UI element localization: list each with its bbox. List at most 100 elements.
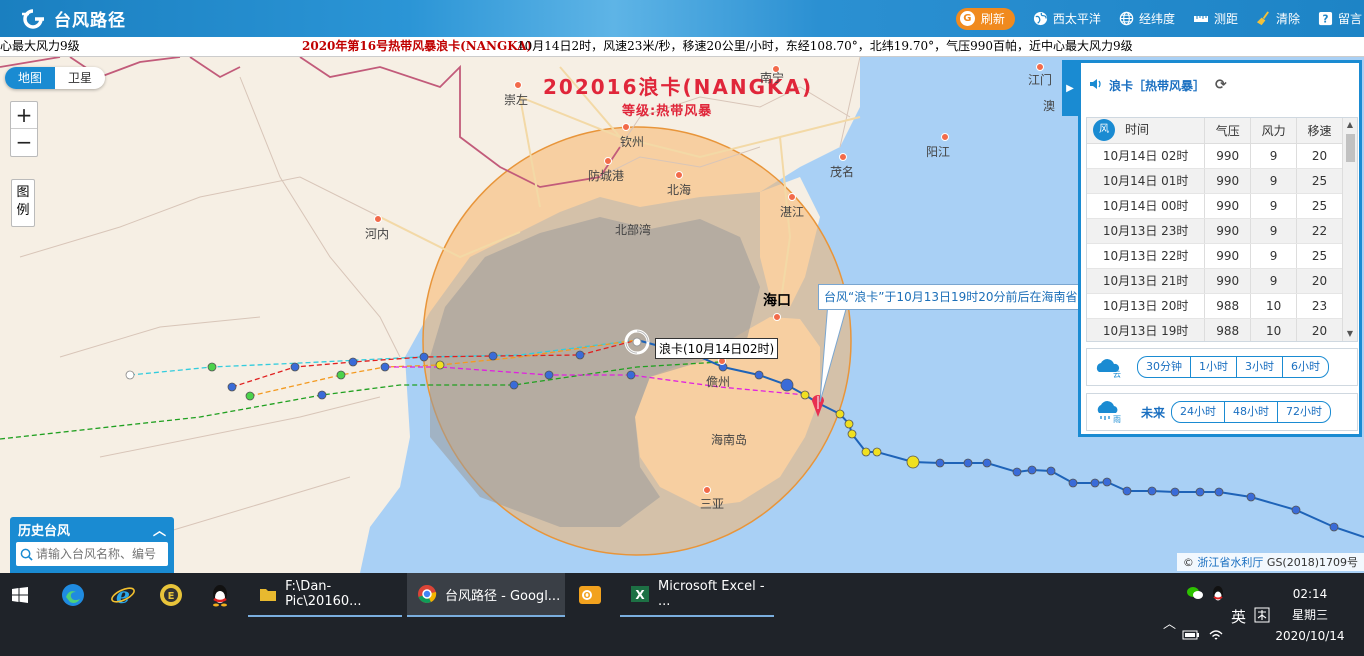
edge-button[interactable] [60,573,86,617]
track-point[interactable] [847,429,857,439]
table-row[interactable]: 10月13日 22时 990 9 25 [1087,243,1343,269]
track-point[interactable] [1122,486,1132,496]
clear-button[interactable]: 清除 [1256,10,1300,27]
table-cell: 10 [1250,293,1298,319]
cloud-option-1h[interactable]: 1小时 [1191,357,1237,377]
track-point[interactable] [800,390,810,400]
mail-button[interactable]: O [578,573,602,617]
track-point[interactable] [336,370,346,380]
latlon-button[interactable]: 经纬度 [1119,10,1175,27]
collapse-icon[interactable]: ︿ [153,520,166,539]
track-point[interactable] [245,391,255,401]
table-row[interactable]: 10月13日 21时 990 9 20 [1087,268,1343,294]
track-point[interactable] [872,447,882,457]
legend-button[interactable]: 图例 [11,179,35,227]
track-point[interactable] [754,370,764,380]
table-row[interactable]: 10月13日 20时 988 10 23 [1087,293,1343,319]
track-point[interactable] [125,370,135,380]
track-point[interactable] [1329,522,1339,532]
rain-option-72h[interactable]: 72小时 [1278,402,1330,422]
panel-collapse-button[interactable]: ▶ [1062,60,1078,116]
region-button[interactable]: 西太平洋 [1033,10,1101,27]
table-scrollbar[interactable]: ▲ ▼ [1342,118,1357,341]
track-point[interactable] [780,378,794,392]
track-point[interactable] [317,390,327,400]
typhoon-center-icon[interactable] [624,329,650,355]
landfall-callout[interactable]: 台风“浪卡”于10月13日19时20分前后在海南省琼 [818,284,1080,310]
speaker-icon[interactable] [1089,78,1103,93]
track-point[interactable] [1046,466,1056,476]
zoom-out-button[interactable]: − [11,129,37,156]
track-point[interactable] [1068,478,1078,488]
tray-expand-icon[interactable]: ︿ [1163,613,1176,632]
qq-tray-icon[interactable] [1210,585,1226,607]
ime-language-indicator[interactable]: 英 [1231,606,1246,627]
track-point[interactable] [1246,492,1256,502]
battery-icon[interactable] [1182,629,1200,645]
table-row[interactable]: 10月14日 00时 990 9 25 [1087,193,1343,219]
track-point[interactable] [982,458,992,468]
refresh-button[interactable]: G 刷新 [955,7,1015,30]
track-point[interactable] [844,419,854,429]
track-point[interactable] [488,351,498,361]
measure-button[interactable]: 测距 [1193,10,1238,27]
track-point[interactable] [906,455,920,469]
task-explorer[interactable]: F:\Dan-Pic\20160... [248,573,402,617]
scroll-down-icon[interactable]: ▼ [1343,327,1357,341]
taskbar-clock[interactable]: 02:14 星期三 2020/10/14 [1270,584,1350,647]
track-point[interactable] [1195,487,1205,497]
track-point[interactable] [544,370,554,380]
refresh-cycle-icon[interactable]: ⟳ [1215,77,1227,93]
scroll-up-icon[interactable]: ▲ [1343,118,1357,132]
table-row[interactable]: 10月13日 19时 988 10 20 [1087,318,1343,341]
qq-button[interactable] [208,573,232,617]
cloud-option-3h[interactable]: 3小时 [1237,357,1283,377]
track-point[interactable] [963,458,973,468]
scroll-thumb[interactable] [1346,134,1355,162]
track-point[interactable] [626,370,636,380]
task-chrome[interactable]: 台风路径 - Googl... [407,573,565,617]
tab-satellite[interactable]: 卫星 [55,67,105,89]
copyright-org-link[interactable]: 浙江省水利厅 [1197,556,1263,569]
wifi-icon[interactable] [1208,628,1224,646]
track-point[interactable] [1170,487,1180,497]
logo[interactable]: 台风路径 [18,6,126,31]
cloud-option-6h[interactable]: 6小时 [1283,357,1328,377]
ime-mode-icon[interactable] [1254,607,1270,627]
cloud-option-30min[interactable]: 30分钟 [1138,357,1191,377]
track-point[interactable] [1214,487,1224,497]
rain-option-24h[interactable]: 24小时 [1172,402,1226,422]
start-button[interactable] [12,573,28,617]
task-excel[interactable]: X Microsoft Excel - ... [620,573,774,617]
track-point[interactable] [861,447,871,457]
wechat-tray-icon[interactable] [1186,585,1204,605]
track-point[interactable] [435,360,445,370]
track-point[interactable] [1027,465,1037,475]
track-point[interactable] [380,362,390,372]
app-button[interactable]: E [159,573,183,617]
panel-storm-name[interactable]: 浪卡［热带风暴］ [1109,77,1205,94]
track-point[interactable] [509,380,519,390]
message-button[interactable]: ? 留言 [1318,10,1362,27]
storm-position-label[interactable]: 浪卡(10月14日02时) [655,338,779,359]
table-row[interactable]: 10月14日 02时 990 9 20 [1087,143,1343,169]
track-point[interactable] [419,352,429,362]
rain-option-48h[interactable]: 48小时 [1225,402,1279,422]
track-point[interactable] [1102,477,1112,487]
tab-map[interactable]: 地图 [5,67,55,89]
track-point[interactable] [1090,478,1100,488]
track-point[interactable] [935,458,945,468]
track-point[interactable] [575,350,585,360]
track-point[interactable] [227,382,237,392]
track-point[interactable] [1012,467,1022,477]
table-row[interactable]: 10月13日 23时 990 9 22 [1087,218,1343,244]
track-point[interactable] [1291,505,1301,515]
zoom-in-button[interactable]: + [11,102,37,129]
history-search-input[interactable] [36,547,164,561]
track-point[interactable] [207,362,217,372]
track-point[interactable] [290,362,300,372]
table-row[interactable]: 10月14日 01时 990 9 25 [1087,168,1343,194]
track-point[interactable] [348,357,358,367]
track-point[interactable] [1147,486,1157,496]
ie-button[interactable]: e [110,573,136,617]
